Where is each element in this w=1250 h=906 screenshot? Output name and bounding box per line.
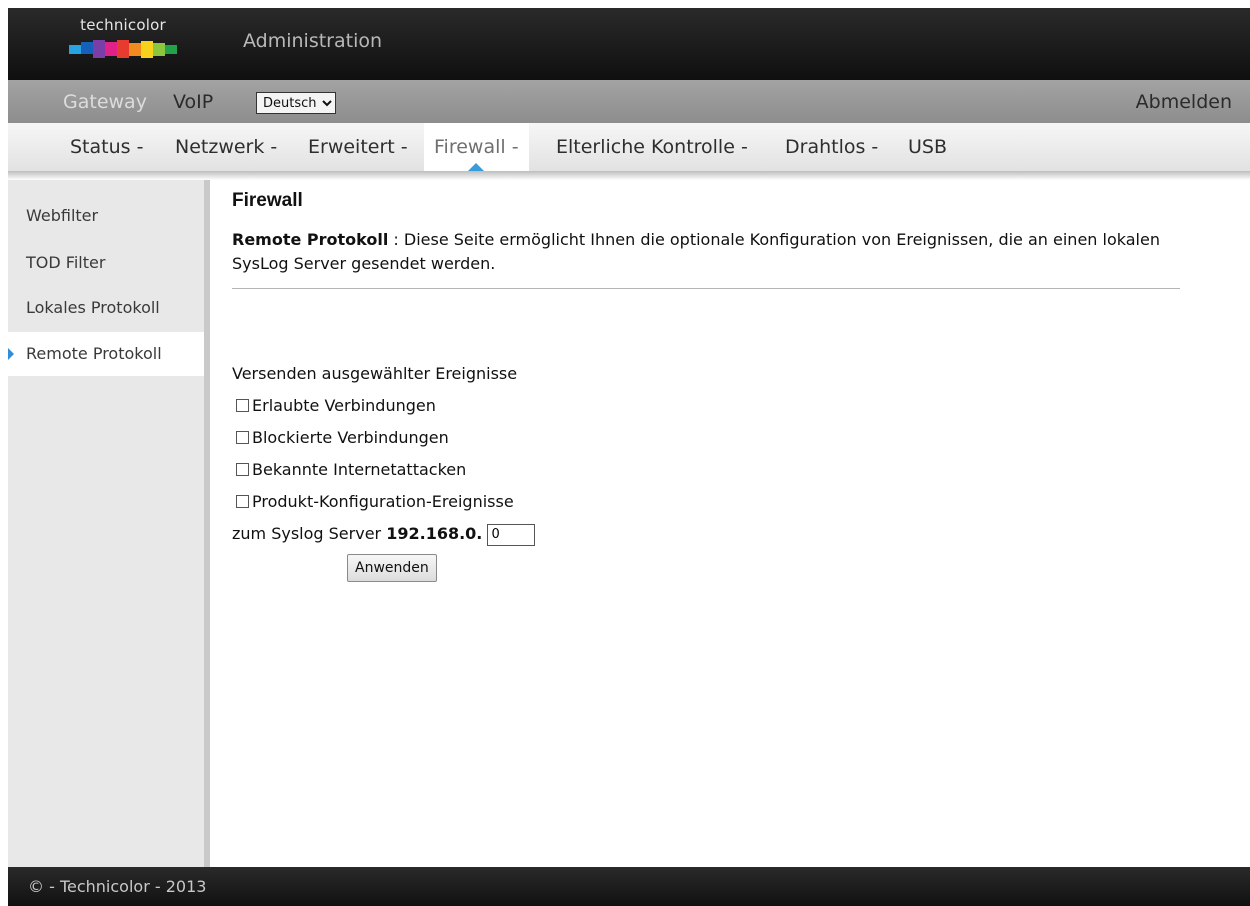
- syslog-ip-input[interactable]: [487, 523, 536, 546]
- logo-text: technicolor: [80, 16, 166, 34]
- sidebar-item-lokales-protokoll[interactable]: Lokales Protokoll: [8, 286, 204, 330]
- nav-firewall-label: Firewall -: [434, 136, 519, 158]
- blockierte-verbindungen-checkbox[interactable]: [236, 431, 249, 444]
- syslog-label: zum Syslog Server: [232, 524, 382, 543]
- admin-title: Administration: [243, 30, 383, 52]
- produkt-konfiguration-checkbox[interactable]: [236, 495, 249, 508]
- logout-link[interactable]: Abmelden: [1136, 91, 1232, 113]
- sidebar-item-label: TOD Filter: [26, 253, 106, 272]
- page-title: Firewall: [232, 190, 303, 211]
- divider: [232, 288, 1180, 289]
- nav-status[interactable]: Status -: [70, 123, 143, 171]
- footer-copyright: © - Technicolor - 2013: [28, 877, 207, 896]
- sidebar-item-tod-filter[interactable]: TOD Filter: [8, 241, 204, 285]
- nav-shadow: [8, 171, 1250, 180]
- sidebar-item-label: Remote Protokoll: [26, 344, 162, 363]
- apply-button[interactable]: Anwenden: [347, 554, 437, 582]
- nav-usb[interactable]: USB: [908, 123, 947, 171]
- checkbox-row: Erlaubte Verbindungen: [232, 390, 535, 422]
- sidebar-item-label: Webfilter: [26, 206, 99, 225]
- remote-log-form: Versenden ausgewählter Ereignisse Erlaub…: [232, 358, 536, 582]
- erlaubte-verbindungen-checkbox[interactable]: [236, 399, 249, 412]
- syslog-row: zum Syslog Server 192.168.0.: [232, 518, 536, 550]
- main-content: Firewall Remote Protokoll : Diese Seite …: [232, 190, 1192, 582]
- sidebar-item-remote-protokoll[interactable]: Remote Protokoll: [8, 332, 204, 376]
- nav-erweitert[interactable]: Erweitert -: [308, 123, 408, 171]
- main-nav: Status - Netzwerk - Erweitert - Firewall…: [8, 123, 1250, 172]
- active-caret-icon: [468, 163, 485, 171]
- logo-color-bar-icon: [69, 40, 177, 58]
- sidebar-item-webfilter[interactable]: Webfilter: [8, 194, 204, 238]
- voip-link[interactable]: VoIP: [173, 91, 213, 113]
- checkbox-row: Bekannte Internetattacken: [232, 454, 535, 486]
- language-select[interactable]: Deutsch: [256, 92, 336, 114]
- checkbox-label: Erlaubte Verbindungen: [252, 396, 436, 415]
- nav-elterliche-kontrolle[interactable]: Elterliche Kontrolle -: [556, 123, 748, 171]
- technicolor-logo: technicolor: [63, 16, 183, 72]
- checkbox-label: Produkt-Konfiguration-Ereignisse: [252, 492, 514, 511]
- nav-firewall[interactable]: Firewall -: [424, 123, 529, 171]
- nav-netzwerk[interactable]: Netzwerk -: [175, 123, 277, 171]
- sidebar: Webfilter TOD Filter Lokales Protokoll R…: [8, 180, 210, 867]
- description-label: Remote Protokoll: [232, 230, 389, 249]
- footer: © - Technicolor - 2013: [8, 867, 1250, 906]
- checkbox-row: Blockierte Verbindungen: [232, 422, 535, 454]
- checkbox-label: Bekannte Internetattacken: [252, 460, 467, 479]
- ip-prefix: 192.168.0.: [386, 524, 483, 543]
- sidebar-item-label: Lokales Protokoll: [26, 298, 160, 317]
- bekannte-internetattacken-checkbox[interactable]: [236, 463, 249, 476]
- section-label: Versenden ausgewählter Ereignisse: [232, 364, 518, 383]
- top-header: technicolor Administration: [8, 8, 1250, 80]
- page-description: Remote Protokoll : Diese Seite ermöglich…: [232, 228, 1180, 276]
- gateway-link[interactable]: Gateway: [63, 91, 147, 113]
- active-arrow-icon: [8, 348, 14, 360]
- nav-drahtlos[interactable]: Drahtlos -: [785, 123, 878, 171]
- checkbox-row: Produkt-Konfiguration-Ereignisse: [232, 486, 535, 518]
- checkbox-label: Blockierte Verbindungen: [252, 428, 449, 447]
- gateway-bar: Gateway VoIP Deutsch Abmelden: [8, 80, 1250, 123]
- description-separator: :: [388, 230, 404, 249]
